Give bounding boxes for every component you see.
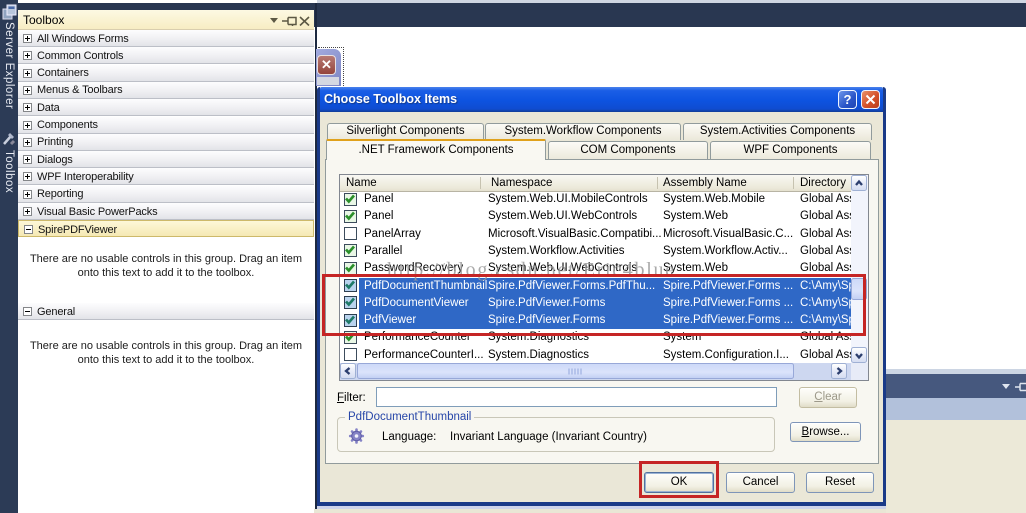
svg-text:?: ? [844,92,852,107]
